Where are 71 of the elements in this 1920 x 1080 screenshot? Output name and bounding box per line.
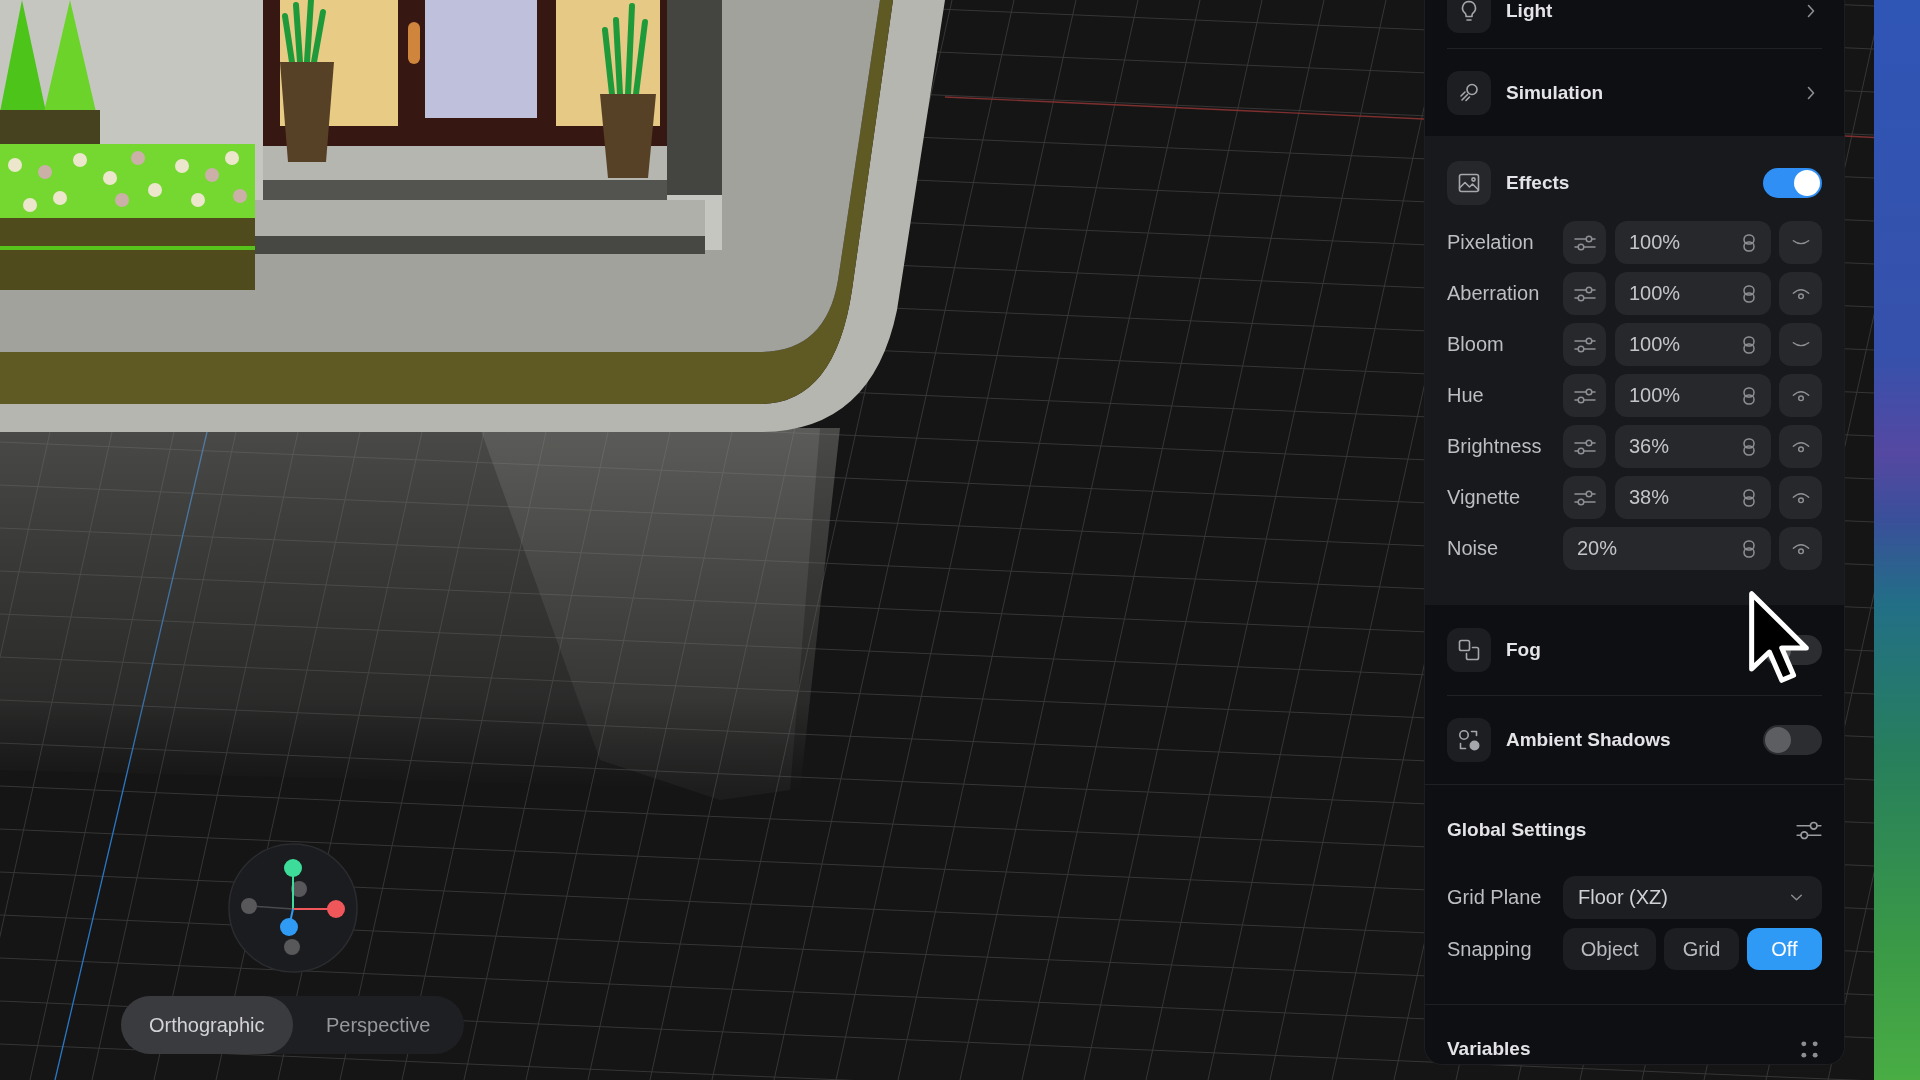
image-icon <box>1447 161 1491 205</box>
nav-item[interactable]: Simulation <box>1447 49 1822 136</box>
axis-line <box>1844 135 1874 139</box>
sliders-icon <box>1573 336 1596 353</box>
chain-link-icon <box>1743 233 1755 252</box>
effect-label: Brightness <box>1447 435 1543 458</box>
effect-label: Pixelation <box>1447 231 1535 254</box>
value-field[interactable]: 100% <box>1615 323 1771 366</box>
visibility-button[interactable] <box>1779 425 1822 468</box>
chain-link-icon <box>1743 539 1755 558</box>
value-field[interactable]: 100% <box>1615 374 1771 417</box>
adjust-button[interactable] <box>1563 425 1606 468</box>
overlapping-squares-icon <box>1447 628 1491 672</box>
sliders-icon <box>1573 285 1596 302</box>
adjust-button[interactable] <box>1563 323 1606 366</box>
dropdown[interactable]: Floor (XZ) <box>1563 876 1822 919</box>
sliders-icon <box>1573 489 1596 506</box>
visibility-button[interactable] <box>1779 374 1822 417</box>
visibility-button[interactable] <box>1779 527 1822 570</box>
axis-handle[interactable] <box>284 939 300 955</box>
chain-link-icon <box>1743 284 1755 303</box>
dots-grid-icon[interactable] <box>1801 1040 1818 1058</box>
sliders-icon <box>1573 387 1596 404</box>
adjust-button[interactable] <box>1563 374 1606 417</box>
comet-icon <box>1447 70 1491 115</box>
effect-label: Noise <box>1447 537 1500 560</box>
value-field[interactable]: 20% <box>1563 527 1771 570</box>
field-label: Snapping <box>1447 937 1533 961</box>
effect-label: Aberration <box>1447 282 1541 305</box>
toggle-switch[interactable] <box>1763 725 1822 755</box>
view-mode-tab[interactable]: Perspective <box>292 996 464 1054</box>
value-field[interactable]: 36% <box>1615 425 1771 468</box>
section-title: Global Settings <box>1447 818 1587 842</box>
chevron-right-icon <box>1807 4 1815 18</box>
effect-label: Vignette <box>1447 486 1522 509</box>
toggle-switch[interactable] <box>1763 168 1822 198</box>
field-label: Grid Plane <box>1447 886 1543 909</box>
sliders-icon <box>1573 234 1596 251</box>
section-title: Ambient Shadows <box>1506 728 1672 752</box>
chevron-right-icon <box>1807 85 1815 100</box>
section-title: Effects <box>1506 171 1571 195</box>
value-field[interactable]: 100% <box>1615 272 1771 315</box>
axis-handle[interactable] <box>284 859 302 877</box>
segment-button[interactable]: Grid <box>1664 928 1739 970</box>
axis-gizmo[interactable] <box>228 843 358 973</box>
chevron-down-icon <box>1790 894 1803 901</box>
segment-button[interactable]: Object <box>1563 928 1657 970</box>
chain-link-icon <box>1743 437 1755 456</box>
axis-handle[interactable] <box>241 898 257 914</box>
axis-handle[interactable] <box>280 918 298 936</box>
axis-handle[interactable] <box>291 881 307 897</box>
section-title: Variables <box>1447 1037 1531 1061</box>
value-field[interactable]: 38% <box>1615 476 1771 519</box>
adjust-button[interactable] <box>1563 272 1606 315</box>
shapes-icon <box>1447 718 1491 762</box>
chain-link-icon <box>1743 386 1755 405</box>
sliders-icon <box>1573 438 1596 455</box>
adjust-button[interactable] <box>1563 221 1606 264</box>
chain-link-icon <box>1743 488 1755 507</box>
chain-link-icon <box>1743 335 1755 354</box>
visibility-button[interactable] <box>1779 272 1822 315</box>
axis-handle[interactable] <box>327 900 345 918</box>
sliders-icon[interactable] <box>1796 820 1822 840</box>
effect-label: Bloom <box>1447 333 1505 356</box>
nav-item[interactable]: Light <box>1447 0 1822 48</box>
view-mode-tab[interactable]: Orthographic <box>121 996 293 1054</box>
visibility-button[interactable] <box>1779 476 1822 519</box>
adjust-button[interactable] <box>1563 476 1606 519</box>
effect-label: Hue <box>1447 384 1485 407</box>
value-field[interactable]: 100% <box>1615 221 1771 264</box>
section-title: Fog <box>1506 638 1542 662</box>
